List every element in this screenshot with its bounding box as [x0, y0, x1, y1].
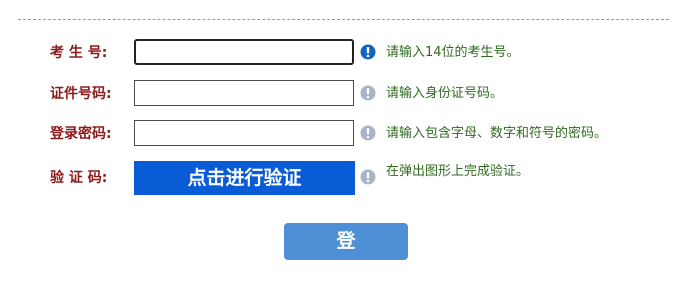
password-label: 登录密码:	[50, 126, 112, 142]
password-row: 登录密码: 请输入包含字母、数字和符号的密码。	[0, 119, 675, 149]
id-number-row: 证件号码: 请输入身份证号码。	[0, 79, 675, 109]
captcha-verify-button[interactable]: 点击进行验证	[134, 161, 355, 195]
id-number-input[interactable]	[135, 81, 353, 105]
login-button[interactable]: 登 录	[284, 223, 408, 289]
captcha-row: 验 证 码: 点击进行验证 在弹出图形上完成验证。	[0, 161, 675, 195]
info-icon	[360, 85, 376, 101]
exam-number-row: 考 生 号: 请输入14位的考生号。	[0, 38, 675, 68]
password-field-wrap	[134, 120, 354, 146]
info-icon	[360, 169, 376, 185]
exam-number-field-wrap	[134, 39, 354, 65]
password-input[interactable]	[135, 121, 353, 145]
captcha-label: 验 证 码:	[50, 170, 108, 186]
info-icon	[360, 125, 376, 141]
top-divider	[18, 19, 669, 20]
password-hint: 请输入包含字母、数字和符号的密码。	[386, 126, 608, 141]
id-number-label: 证件号码:	[50, 86, 112, 102]
captcha-hint: 在弹出图形上完成验证。	[386, 164, 530, 179]
exam-number-input[interactable]	[136, 41, 352, 63]
exam-number-label: 考 生 号:	[50, 45, 108, 61]
exam-number-hint: 请输入14位的考生号。	[386, 45, 520, 60]
id-number-hint: 请输入身份证号码。	[386, 86, 504, 101]
id-number-field-wrap	[134, 80, 354, 106]
info-icon	[360, 44, 376, 60]
